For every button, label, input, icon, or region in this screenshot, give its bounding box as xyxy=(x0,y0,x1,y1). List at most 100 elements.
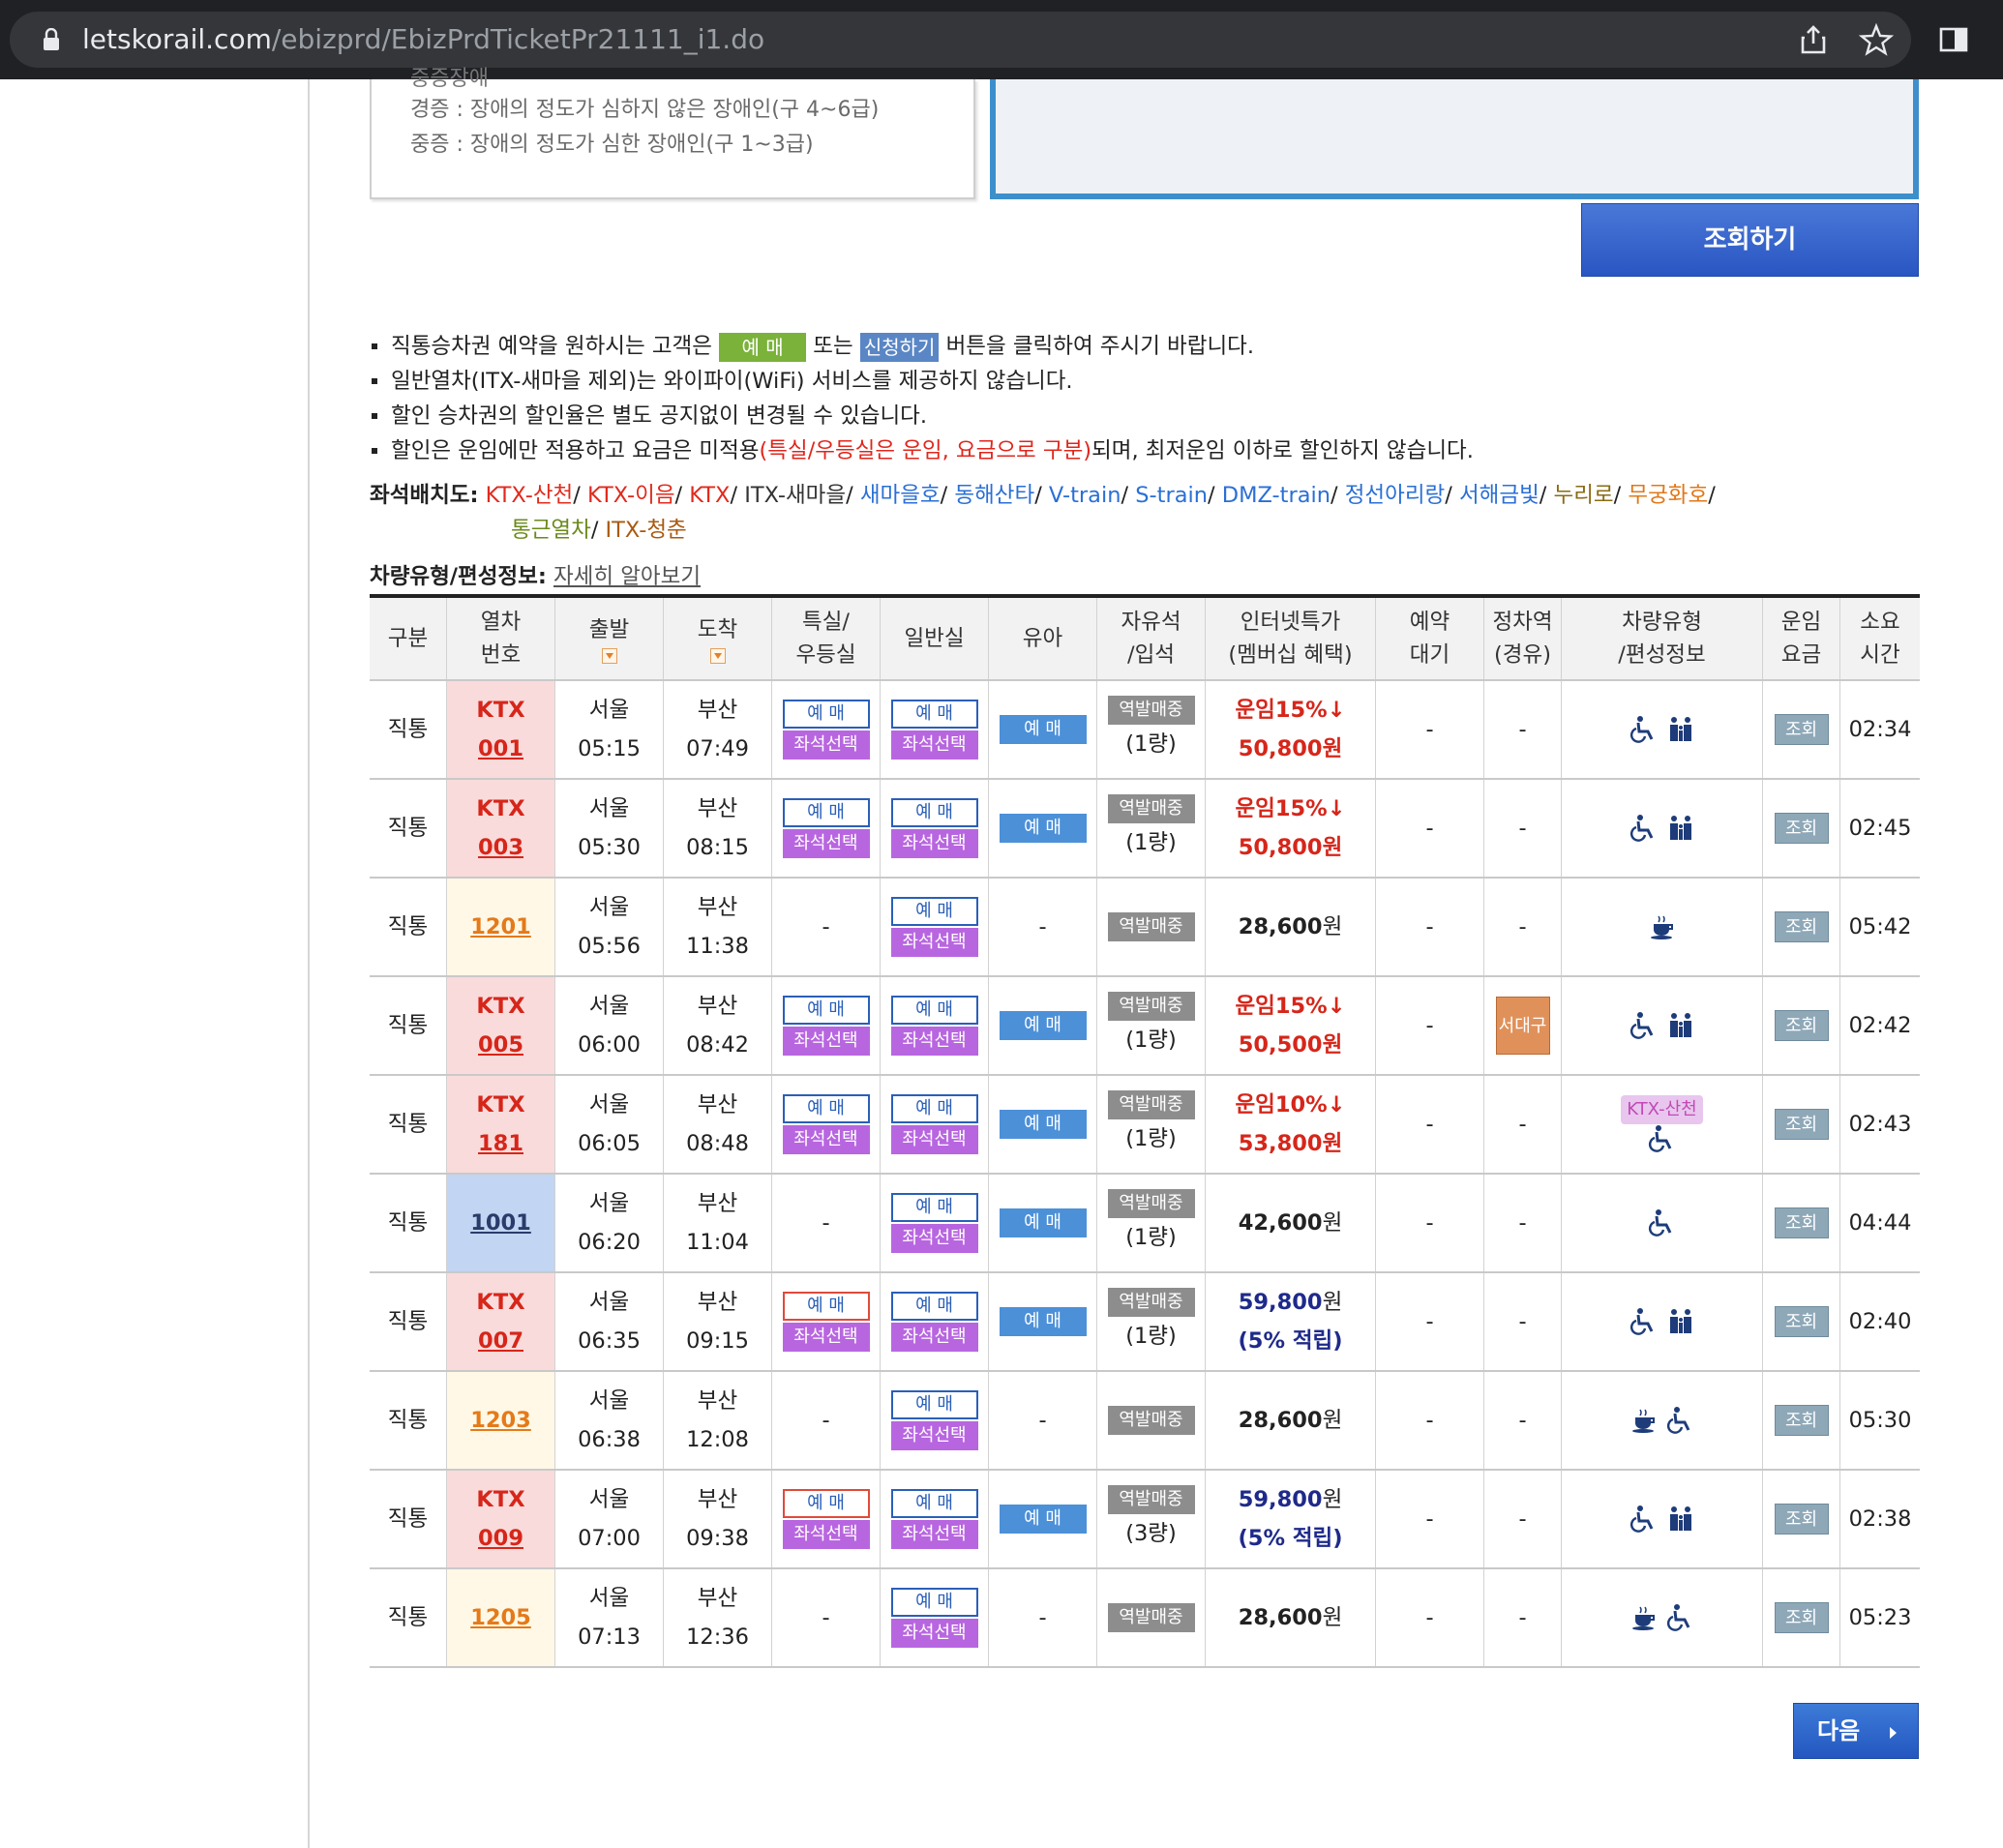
cell-fare: 조회 xyxy=(1763,780,1840,877)
wheelchair-icon xyxy=(1666,1407,1689,1434)
sort-dropdown-icon[interactable] xyxy=(709,648,726,664)
car-info-link[interactable]: 자세히 알아보기 xyxy=(553,564,701,589)
train-number-link[interactable]: 1203 xyxy=(447,1372,555,1469)
general-reserve-button[interactable]: 예 매 xyxy=(890,897,978,926)
train-number-link[interactable]: 1205 xyxy=(447,1569,555,1666)
first-class-reserve-button[interactable]: 예 매 xyxy=(782,700,870,729)
seatmap-link-itx-cheongchun[interactable]: ITX-청춘 xyxy=(606,518,687,543)
infant-reserve-button[interactable]: 예 매 xyxy=(999,1505,1087,1534)
cell-duration: 02:38 xyxy=(1848,1506,1912,1532)
general-seat-select-button[interactable]: 좌석선택 xyxy=(890,1323,978,1352)
first-class-reserve-button[interactable]: 예 매 xyxy=(782,1094,870,1123)
infant-reserve-button[interactable]: 예 매 xyxy=(999,814,1087,843)
general-seat-select-button[interactable]: 좌석선택 xyxy=(890,1027,978,1056)
general-reserve-button[interactable]: 예 매 xyxy=(890,996,978,1025)
seatmap-link-ktx[interactable]: KTX xyxy=(689,483,730,508)
sort-dropdown-icon[interactable] xyxy=(601,648,617,664)
first-class-seat-select-button[interactable]: 좌석선택 xyxy=(782,1125,870,1154)
url-text[interactable]: letskorail.com/ebizprd/EbizPrdTicketPr21… xyxy=(82,23,764,55)
seatmap-link-jeongseon-arirang[interactable]: 정선아리랑 xyxy=(1345,483,1446,508)
fare-inquiry-button[interactable]: 조회 xyxy=(1774,813,1829,844)
seatmap-link-commuter[interactable]: 통근열차 xyxy=(511,518,591,543)
general-reserve-button[interactable]: 예 매 xyxy=(890,700,978,729)
sidebar-toggle-icon[interactable] xyxy=(1935,21,1972,58)
infant-reserve-button[interactable]: 예 매 xyxy=(999,1011,1087,1040)
seatmap-link-saemaeul[interactable]: 새마을호 xyxy=(860,483,941,508)
table-row: 직통 1201 서울 05:56 부산 11:38- 예 매 좌석선택 - 역발매중 28,600원… xyxy=(370,879,1920,977)
seatmap-link-donghae-santa[interactable]: 동해산타 xyxy=(954,483,1034,508)
share-icon[interactable] xyxy=(1795,21,1832,58)
fare-inquiry-button[interactable]: 조회 xyxy=(1774,1109,1829,1140)
first-class-reserve-button[interactable]: 예 매 xyxy=(782,996,870,1025)
train-number-link[interactable]: KTX 009 xyxy=(447,1471,555,1567)
next-page-button[interactable]: 다음 xyxy=(1793,1703,1919,1759)
train-number-link[interactable]: KTX 003 xyxy=(447,780,555,877)
train-number-link[interactable]: KTX 007 xyxy=(447,1273,555,1370)
general-reserve-button[interactable]: 예 매 xyxy=(890,1390,978,1419)
via-station-badge[interactable]: 서대구 xyxy=(1495,997,1550,1055)
first-class-reserve-button[interactable]: 예 매 xyxy=(782,798,870,827)
infant-reserve-button[interactable]: 예 매 xyxy=(999,1208,1087,1237)
general-reserve-button[interactable]: 예 매 xyxy=(890,1292,978,1321)
train-number-link[interactable]: 1001 xyxy=(447,1175,555,1271)
seatmap-link-nuriro[interactable]: 누리로 xyxy=(1554,483,1614,508)
general-seat-select-button[interactable]: 좌석선택 xyxy=(890,1125,978,1154)
seatmap-link-ktx-sancheon[interactable]: KTX-산천 xyxy=(486,483,574,508)
first-class-seat-select-button[interactable]: 좌석선택 xyxy=(782,829,870,858)
seatmap-link-itx-saemaeul[interactable]: ITX-새마을 xyxy=(744,483,846,508)
infant-reserve-button[interactable]: 예 매 xyxy=(999,715,1087,744)
general-seat-select-button[interactable]: 좌석선택 xyxy=(890,730,978,760)
first-class-reserve-button[interactable]: 예 매 xyxy=(782,1292,870,1321)
general-reserve-button[interactable]: 예 매 xyxy=(890,798,978,827)
seatmap-link-mugunghwa[interactable]: 무궁화호 xyxy=(1628,483,1708,508)
cell-type: 직통 xyxy=(370,1076,447,1173)
fare-inquiry-button[interactable]: 조회 xyxy=(1774,1504,1829,1535)
general-reserve-button[interactable]: 예 매 xyxy=(890,1094,978,1123)
search-options-panel xyxy=(990,79,1919,199)
general-seat-select-button[interactable]: 좌석선택 xyxy=(890,1224,978,1253)
train-number-link[interactable]: KTX 005 xyxy=(447,977,555,1074)
seatmap-link-v-train[interactable]: V-train xyxy=(1049,483,1121,508)
fare-inquiry-button[interactable]: 조회 xyxy=(1774,1306,1829,1337)
fare-inquiry-button[interactable]: 조회 xyxy=(1774,1010,1829,1041)
train-number-link[interactable]: 1201 xyxy=(447,879,555,975)
general-seat-select-button[interactable]: 좌석선택 xyxy=(890,829,978,858)
fare-inquiry-button[interactable]: 조회 xyxy=(1774,1602,1829,1633)
search-button[interactable]: 조회하기 xyxy=(1581,203,1919,277)
cell-first-class: 예 매 좌석선택 xyxy=(772,1273,881,1370)
cell-arrival: 부산 07:49 xyxy=(664,681,772,778)
header-departure[interactable]: 출발 xyxy=(555,598,664,679)
header-arrival[interactable]: 도착 xyxy=(664,598,772,679)
cell-fare: 조회 xyxy=(1763,1372,1840,1469)
first-class-reserve-button[interactable]: 예 매 xyxy=(782,1489,870,1518)
cell-arrival: 부산 11:04 xyxy=(664,1175,772,1271)
train-number-link[interactable]: KTX 181 xyxy=(447,1076,555,1173)
fare-inquiry-button[interactable]: 조회 xyxy=(1774,1207,1829,1238)
seatmap-link-seohae-geumbit[interactable]: 서해금빛 xyxy=(1459,483,1540,508)
general-seat-select-button[interactable]: 좌석선택 xyxy=(890,1421,978,1450)
seatmap-link-s-train[interactable]: S-train xyxy=(1135,483,1208,508)
general-seat-select-button[interactable]: 좌석선택 xyxy=(890,1619,978,1648)
general-seat-select-button[interactable]: 좌석선택 xyxy=(890,1520,978,1549)
general-reserve-button[interactable]: 예 매 xyxy=(890,1489,978,1518)
seatmap-link-dmz-train[interactable]: DMZ-train xyxy=(1222,483,1330,508)
first-class-seat-select-button[interactable]: 좌석선택 xyxy=(782,730,870,760)
cell-car-type xyxy=(1562,1372,1763,1469)
seatmap-link-ktx-ieum[interactable]: KTX-이음 xyxy=(587,483,675,508)
general-reserve-button[interactable]: 예 매 xyxy=(890,1193,978,1222)
train-number-link[interactable]: KTX 001 xyxy=(447,681,555,778)
first-class-seat-select-button[interactable]: 좌석선택 xyxy=(782,1323,870,1352)
general-reserve-button[interactable]: 예 매 xyxy=(890,1588,978,1617)
first-class-seat-select-button[interactable]: 좌석선택 xyxy=(782,1027,870,1056)
star-bookmark-icon[interactable] xyxy=(1858,21,1895,58)
infant-reserve-button[interactable]: 예 매 xyxy=(999,1110,1087,1139)
infant-reserve-button[interactable]: 예 매 xyxy=(999,1307,1087,1336)
first-class-seat-select-button[interactable]: 좌석선택 xyxy=(782,1520,870,1549)
fare-inquiry-button[interactable]: 조회 xyxy=(1774,911,1829,942)
address-bar[interactable]: letskorail.com/ebizprd/EbizPrdTicketPr21… xyxy=(10,12,1911,68)
general-seat-select-button[interactable]: 좌석선택 xyxy=(890,928,978,957)
fare-inquiry-button[interactable]: 조회 xyxy=(1774,1405,1829,1436)
fare-inquiry-button[interactable]: 조회 xyxy=(1774,714,1829,745)
cell-car-type xyxy=(1562,977,1763,1074)
table-row: 직통 KTX 181 서울 06:05 부산 08:48 예 매 좌석선택 예 매 좌석선택 예 매역… xyxy=(370,1076,1920,1175)
